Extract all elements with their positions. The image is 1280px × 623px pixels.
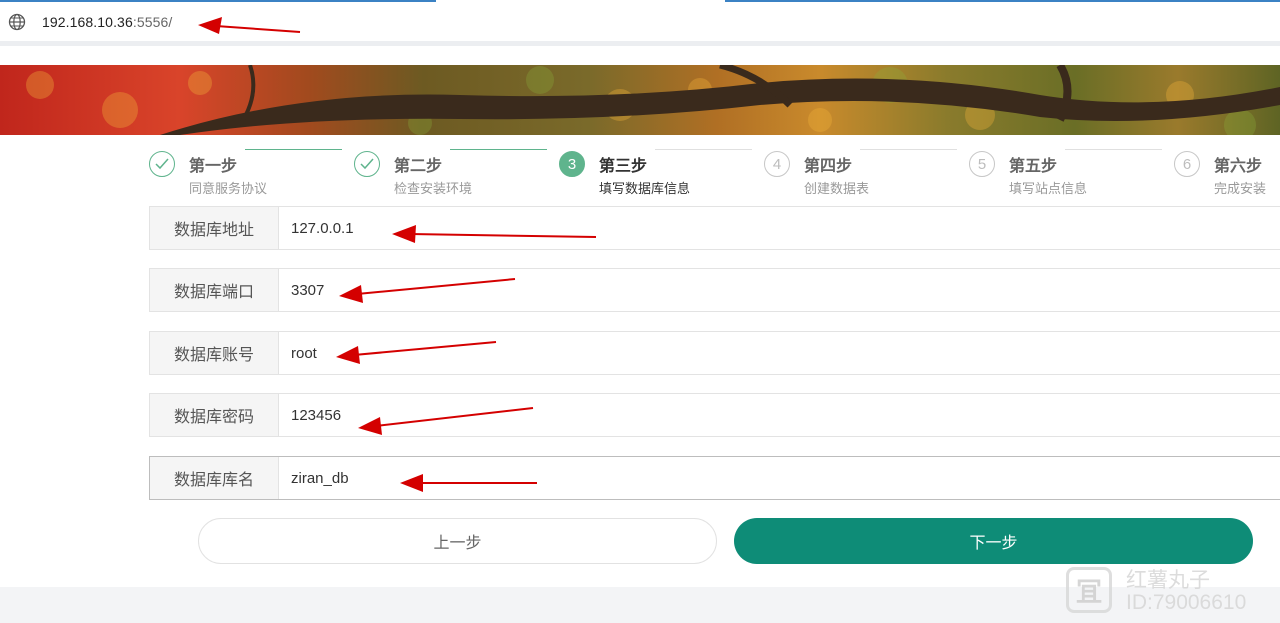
address-bar[interactable]: 192.168.10.36:5556/ <box>0 3 1280 41</box>
step-connector-5 <box>1065 149 1162 150</box>
db-port-row: 数据库端口 <box>149 268 1280 312</box>
step-connector-2 <box>450 149 547 150</box>
next-step-button[interactable]: 下一步 <box>734 518 1253 564</box>
globe-icon <box>8 13 26 31</box>
step-title: 第一步 <box>189 158 238 175</box>
step-number: 5 <box>969 151 995 177</box>
tab-indicator-right <box>725 0 1280 2</box>
tab-indicator-left <box>0 0 436 2</box>
step-subtitle: 同意服务协议 <box>189 181 268 196</box>
step-title: 第四步 <box>804 158 853 175</box>
db-name-label: 数据库库名 <box>150 457 279 499</box>
db-user-row: 数据库账号 <box>149 331 1280 375</box>
step-number: 3 <box>559 151 585 177</box>
db-user-label: 数据库账号 <box>150 332 279 374</box>
url-port: :5556/ <box>132 14 173 30</box>
install-panel: 第一步 同意服务协议 第二步 检查安装环境 3 第三步 填写数据库信息 4 第四… <box>0 135 1280 587</box>
step-subtitle: 填写数据库信息 <box>599 181 691 196</box>
url-host: 192.168.10.36 <box>42 14 133 30</box>
step-title: 第三步 <box>599 158 648 175</box>
db-port-label: 数据库端口 <box>150 269 279 311</box>
page-top-gap <box>0 46 1280 65</box>
db-password-row: 数据库密码 <box>149 393 1280 437</box>
db-port-input[interactable] <box>279 269 1280 311</box>
db-host-label: 数据库地址 <box>150 207 279 249</box>
step-title: 第五步 <box>1009 158 1058 175</box>
step-number: 6 <box>1174 151 1200 177</box>
url-text[interactable]: 192.168.10.36:5556/ <box>42 14 172 30</box>
step-subtitle: 创建数据表 <box>804 181 870 196</box>
db-password-label: 数据库密码 <box>150 394 279 436</box>
step-subtitle: 检查安装环境 <box>394 181 473 196</box>
step-connector-3 <box>655 149 752 150</box>
check-icon <box>354 151 380 177</box>
db-user-input[interactable] <box>279 332 1280 374</box>
db-host-row: 数据库地址 <box>149 206 1280 250</box>
db-name-input[interactable] <box>279 457 1280 499</box>
db-host-input[interactable] <box>279 207 1280 249</box>
db-password-input[interactable] <box>279 394 1280 436</box>
watermark: 冝 红薯丸子 ID:79006610 <box>1066 562 1280 620</box>
watermark-name: 红薯丸子 <box>1126 569 1210 592</box>
db-name-row: 数据库库名 <box>149 456 1280 500</box>
step-subtitle: 填写站点信息 <box>1009 181 1088 196</box>
step-title: 第六步 <box>1214 158 1263 175</box>
watermark-id: ID:79006610 <box>1126 591 1247 614</box>
prev-step-button[interactable]: 上一步 <box>198 518 717 564</box>
step-number: 4 <box>764 151 790 177</box>
header-banner-image <box>0 65 1280 135</box>
step-connector-4 <box>860 149 957 150</box>
step-subtitle: 完成安装 <box>1214 181 1267 196</box>
step-title: 第二步 <box>394 158 443 175</box>
watermark-logo: 冝 <box>1066 567 1112 613</box>
step-connector-1 <box>245 149 342 150</box>
check-icon <box>149 151 175 177</box>
